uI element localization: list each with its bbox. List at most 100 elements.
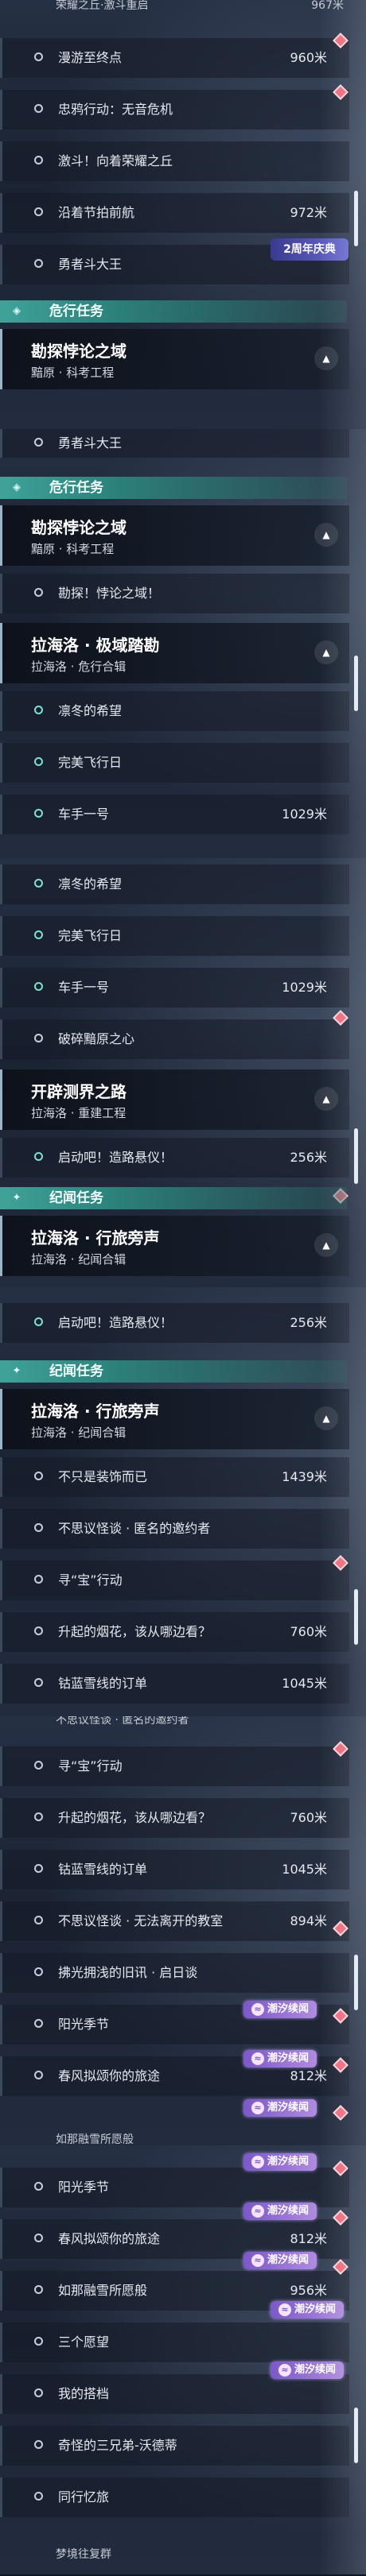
tracking-diamond-icon <box>333 2105 348 2121</box>
collapse-triangle-icon[interactable]: ▲ <box>314 1087 338 1111</box>
quest-circle-icon <box>34 207 43 216</box>
scrollbar-thumb[interactable] <box>354 1589 358 1645</box>
quest-row[interactable]: 忠鸦行动：无音危机 <box>0 90 349 130</box>
quest-circle-icon <box>34 2492 43 2501</box>
quest-row[interactable]: 拂光拥浅的旧讯 · 启日谈 <box>0 1953 349 1993</box>
quest-circle-icon <box>34 1916 43 1924</box>
quest-distance: 1045米 <box>282 1862 327 1877</box>
quest-row[interactable]: 钴蓝雪线的订单 1045米 <box>0 1664 349 1704</box>
quest-row[interactable]: 凛冬的希望 <box>0 691 349 731</box>
quest-name: 如那融雪所愿般 <box>58 2283 148 2298</box>
quest-circle-icon <box>34 2337 43 2346</box>
quest-group[interactable]: 勘探悖论之域 黯原 · 科考工程 ▲ <box>0 329 349 389</box>
quest-name: 忠鸦行动：无音危机 <box>58 102 173 117</box>
tide-badge-label: 潮汐续闻 <box>267 2003 309 2015</box>
quest-row[interactable]: 凛冬的希望 <box>0 864 349 904</box>
quest-row[interactable]: 启动吧！造路悬仪！ 256米 <box>0 1138 349 1178</box>
quest-circle-icon <box>34 1152 43 1161</box>
quest-name: 寻“宝”行动 <box>58 1572 123 1588</box>
collapse-triangle-icon[interactable]: ▲ <box>314 346 338 370</box>
category-header[interactable]: ✦ 纪闻任务 <box>0 1360 347 1383</box>
quest-group[interactable]: 开辟测界之路 拉海洛 · 重建工程 ▲ <box>0 1069 349 1130</box>
quest-group[interactable]: 拉海洛 · 行旅旁声 拉海洛 · 纪闻合辑 ▲ <box>0 1389 349 1449</box>
quest-group[interactable]: 勘探悖论之域 黯原 · 科考工程 ▲ <box>0 505 349 566</box>
quest-name: 升起的烟花，该从哪边看？ <box>58 1810 212 1825</box>
quest-row[interactable]: 车手一号 1029米 <box>0 795 349 834</box>
quest-circle-icon <box>34 438 43 447</box>
quest-distance: 760米 <box>290 1810 327 1825</box>
quest-row[interactable]: 不思议怪谈 · 无法离开的教室 894米 <box>0 1901 349 1941</box>
quest-group[interactable]: 拉海洛 · 行旅旁声 拉海洛 · 纪闻合辑 ▲ <box>0 1216 349 1276</box>
quest-row[interactable]: 漫游至终点 960米 <box>0 38 349 78</box>
quest-name: 勇者斗大王 <box>58 257 123 272</box>
category-title: 纪闻任务 <box>49 1190 103 1206</box>
quest-circle-icon <box>34 1812 43 1821</box>
scrollbar-thumb[interactable] <box>354 1955 358 2010</box>
quest-row[interactable]: 勘探！悖论之域！ <box>0 574 349 613</box>
quest-group-title: 勘探悖论之域 <box>31 342 127 361</box>
quest-circle-icon <box>34 1523 43 1532</box>
quest-circle-icon <box>34 1472 43 1480</box>
quest-row[interactable]: 勇者斗大王 <box>0 429 349 458</box>
scrollbar-thumb[interactable] <box>354 656 358 711</box>
quest-row[interactable]: 不思议怪谈 · 匿名的邀约者 <box>0 1509 349 1549</box>
list-item-partial-distance: 967米 <box>311 0 344 12</box>
quest-name: 阳光季节 <box>58 2180 110 2195</box>
quest-row[interactable]: 完美飞行日 <box>0 743 349 783</box>
quest-row[interactable]: 不只是装饰而已 1439米 <box>0 1457 349 1497</box>
quest-row[interactable]: 同行忆旅 <box>0 2477 349 2517</box>
quest-distance: 960米 <box>290 50 327 65</box>
quest-circle-icon <box>34 1034 43 1042</box>
quest-group[interactable]: 拉海洛 · 极域踏勘 拉海洛 · 危行合辑 ▲ <box>0 623 349 683</box>
tide-badge-label: 潮汐续闻 <box>267 2205 309 2217</box>
quest-name: 勇者斗大王 <box>58 435 123 451</box>
quest-circle-icon <box>34 982 43 991</box>
wave-icon: ≈ <box>251 2052 264 2065</box>
quest-name: 我的搭档 <box>58 2386 110 2401</box>
scrollbar-thumb[interactable] <box>354 191 358 246</box>
quest-row[interactable]: 激斗！向着荣耀之丘 <box>0 141 349 181</box>
quest-circle-icon <box>34 757 43 766</box>
tide-badge-label: 潮汐续闻 <box>267 2102 309 2114</box>
quest-name: 凛冬的希望 <box>58 876 123 892</box>
collapse-triangle-icon[interactable]: ▲ <box>314 1406 338 1430</box>
quest-row[interactable]: 破碎黯原之心 <box>0 1019 349 1059</box>
tide-badge-label: 潮汐续闻 <box>267 2052 309 2064</box>
quest-row[interactable]: 启动吧！造路悬仪！ 256米 <box>0 1303 349 1343</box>
quest-name: 完美飞行日 <box>58 928 123 943</box>
category-header[interactable]: ◈ 危行任务 <box>0 477 347 499</box>
quest-circle-icon <box>34 930 43 939</box>
quest-row[interactable]: 阳光季节 <box>0 2168 349 2207</box>
category-header[interactable]: ◈ 危行任务 <box>0 300 347 323</box>
quest-row[interactable]: 完美飞行日 <box>0 916 349 956</box>
quest-row[interactable]: 寻“宝”行动 <box>0 1561 349 1600</box>
quest-row[interactable]: 升起的烟花，该从哪边看？ 760米 <box>0 1612 349 1652</box>
quest-distance: 1029米 <box>282 980 327 995</box>
quest-row[interactable]: 钴蓝雪线的订单 1045米 <box>0 1850 349 1889</box>
collapse-triangle-icon[interactable]: ▲ <box>314 1233 338 1257</box>
category-header[interactable]: ✦ 纪闻任务 <box>0 1187 347 1209</box>
quest-row[interactable]: 奇怪的三兄弟-沃德蒂 <box>0 2426 349 2466</box>
quest-circle-icon <box>34 2071 43 2079</box>
quest-name: 钴蓝雪线的订单 <box>58 1676 148 1691</box>
category-title: 纪闻任务 <box>49 1363 103 1379</box>
quest-name: 激斗！向着荣耀之丘 <box>58 153 173 168</box>
quest-name: 破碎黯原之心 <box>58 1031 135 1046</box>
quest-row[interactable]: 我的搭档 <box>0 2374 349 2414</box>
task-category-icon: ✦ <box>12 1192 21 1204</box>
quest-group-title: 拉海洛 · 行旅旁声 <box>31 1402 160 1421</box>
collapse-triangle-icon[interactable]: ▲ <box>314 523 338 547</box>
quest-name: 车手一号 <box>58 806 110 822</box>
scrollbar-thumb[interactable] <box>354 1128 358 1184</box>
quest-row[interactable]: 三个愿望 <box>0 2323 349 2362</box>
quest-row[interactable]: 寻“宝”行动 <box>0 1746 349 1786</box>
quest-group-title: 拉海洛 · 行旅旁声 <box>31 1228 160 1247</box>
quest-row[interactable]: 沿着节拍前航 972米 <box>0 193 349 233</box>
scrollbar-thumb[interactable] <box>354 2408 358 2463</box>
quest-distance: 1439米 <box>282 1469 327 1484</box>
quest-row[interactable]: 升起的烟花，该从哪边看？ 760米 <box>0 1798 349 1838</box>
quest-row[interactable]: 车手一号 1029米 <box>0 968 349 1008</box>
quest-circle-icon <box>34 2285 43 2294</box>
collapse-triangle-icon[interactable]: ▲ <box>314 640 338 664</box>
list-item-partial: 梦境往复群 <box>56 2548 111 2561</box>
